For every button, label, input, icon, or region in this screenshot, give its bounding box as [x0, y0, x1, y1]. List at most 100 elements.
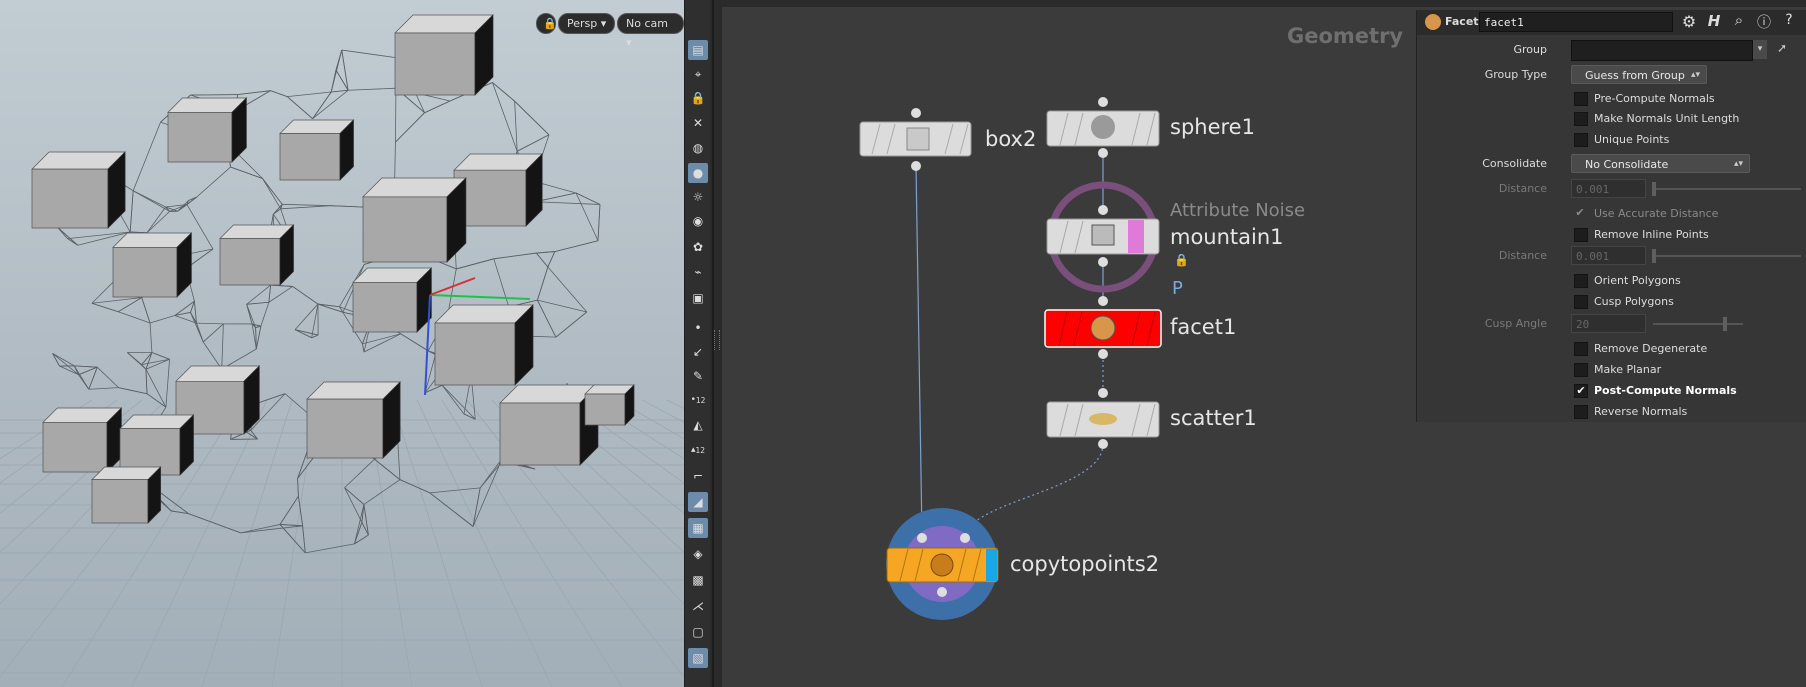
- group-dropdown-button[interactable]: ▾: [1753, 40, 1767, 59]
- unique-points-checkbox[interactable]: [1574, 133, 1588, 147]
- remove-degenerate-checkbox[interactable]: [1574, 342, 1588, 356]
- post-compute-normals-checkbox[interactable]: ✔: [1574, 384, 1588, 398]
- point-icon[interactable]: •: [688, 318, 708, 338]
- node-facet1[interactable]: [1044, 296, 1162, 359]
- wireframe-edge: [399, 479, 431, 494]
- scene-render: [0, 14, 684, 687]
- distance2-field[interactable]: 0.001: [1571, 246, 1646, 265]
- point-light-icon[interactable]: ◉: [688, 211, 708, 231]
- layers-icon[interactable]: ◈: [688, 544, 708, 564]
- consolidate-menu[interactable]: No Consolidate ▴▾: [1571, 154, 1750, 173]
- distance-slider-handle[interactable]: [1652, 182, 1656, 196]
- wireframe-edge: [547, 251, 556, 268]
- checker-icon[interactable]: ▦: [688, 518, 708, 538]
- cusp-angle-slider[interactable]: [1653, 323, 1743, 325]
- help-icon[interactable]: ?: [1779, 12, 1799, 32]
- perspective-menu[interactable]: Persp ▾: [558, 13, 616, 34]
- viewport-layout-icon[interactable]: ▤: [688, 40, 708, 60]
- shading-icon[interactable]: ◢: [688, 492, 708, 512]
- frame-icon[interactable]: ▩: [688, 570, 708, 590]
- wireframe-edge: [270, 90, 288, 97]
- info-icon[interactable]: ⓘ: [1754, 12, 1774, 32]
- headlight-icon[interactable]: ☼: [688, 187, 708, 207]
- wireframe-edge: [67, 231, 131, 239]
- wireframe-edge: [151, 352, 170, 360]
- distance-slider[interactable]: [1653, 188, 1801, 190]
- pre-compute-normals-checkbox[interactable]: [1574, 92, 1588, 106]
- lock-icon[interactable]: 🔒: [688, 88, 708, 108]
- make-planar-row: Make Planar: [1417, 360, 1806, 380]
- wireframe-edge: [597, 204, 601, 241]
- light-icon[interactable]: ●: [688, 163, 708, 183]
- wireframe-edge: [129, 190, 134, 233]
- wireframe-edge: [287, 91, 332, 97]
- wireframe-edge: [456, 258, 494, 270]
- point-number-icon[interactable]: • 12: [688, 390, 708, 410]
- wireframe-edge: [127, 352, 147, 370]
- use-accurate-distance-row: ✔ Use Accurate Distance: [1417, 204, 1806, 224]
- post-compute-normals-row: ✔ Post-Compute Normals: [1417, 381, 1806, 401]
- probe-icon[interactable]: ✎: [688, 366, 708, 386]
- camera-icon[interactable]: ⌁: [688, 262, 708, 282]
- wireframe-edge: [145, 369, 167, 408]
- node-mountain1[interactable]: [1046, 205, 1160, 267]
- vector-icon[interactable]: ↙: [688, 342, 708, 362]
- wireframe-edge: [537, 266, 549, 301]
- node-box2[interactable]: [859, 108, 972, 171]
- cube-front-face: [352, 282, 418, 333]
- wireframe-edge: [141, 297, 151, 324]
- orient-polygons-checkbox[interactable]: [1574, 274, 1588, 288]
- view-lock-button[interactable]: 🔒: [536, 13, 557, 34]
- distance2-slider[interactable]: [1653, 255, 1801, 257]
- camera-menu[interactable]: No cam ▾: [617, 13, 684, 49]
- wireframe-edge: [146, 206, 166, 234]
- wireframe-edge: [330, 205, 363, 208]
- distance2-slider-handle[interactable]: [1652, 249, 1656, 263]
- wireframe-icon[interactable]: ◍: [688, 138, 708, 158]
- make-normals-unit-checkbox[interactable]: [1574, 112, 1588, 126]
- make-planar-checkbox[interactable]: [1574, 363, 1588, 377]
- group-select-arrow-icon[interactable]: ➚: [1777, 41, 1787, 55]
- wireframe-edge: [441, 384, 476, 420]
- wireframe-edge: [363, 479, 401, 505]
- cusp-angle-slider-handle[interactable]: [1723, 317, 1727, 331]
- cusp-polygons-checkbox[interactable]: [1574, 295, 1588, 309]
- ground-grid-line: [591, 399, 684, 460]
- wireframe-edge: [145, 369, 148, 394]
- remove-inline-points-checkbox[interactable]: [1574, 228, 1588, 242]
- stage-icon[interactable]: ▢: [688, 622, 708, 642]
- scene-viewport[interactable]: 🔒 Persp ▾ No cam ▾: [0, 0, 684, 687]
- object-icon[interactable]: ▣: [688, 288, 708, 308]
- gear-icon[interactable]: ⚙: [1679, 12, 1699, 32]
- search-icon[interactable]: ⌕: [1729, 11, 1749, 31]
- wireframe-edge: [221, 323, 224, 370]
- node-label-sphere1: sphere1: [1170, 115, 1255, 139]
- node-name-field[interactable]: facet1: [1479, 12, 1673, 32]
- primitive-number-icon[interactable]: ▴ 12: [688, 440, 708, 460]
- ruler-icon[interactable]: ⌐: [688, 466, 708, 486]
- wireframe-edge: [514, 101, 518, 152]
- wireframe-edge: [202, 341, 223, 370]
- snap-icon[interactable]: ⌖: [688, 64, 708, 84]
- group-type-menu[interactable]: Guess from Group ▴▾: [1571, 65, 1707, 84]
- texture-icon[interactable]: ◭: [688, 415, 708, 435]
- node-sphere1[interactable]: [1046, 97, 1160, 158]
- wireframe-edge: [535, 252, 549, 268]
- wireframe-edge: [294, 329, 319, 336]
- pane-splitter[interactable]: [710, 0, 722, 687]
- group-input[interactable]: [1571, 40, 1753, 61]
- houdini-help-icon[interactable]: H: [1704, 12, 1724, 32]
- post-compute-normals-label: Post-Compute Normals: [1594, 384, 1737, 397]
- node-scatter1[interactable]: [1046, 388, 1160, 449]
- cusp-angle-field[interactable]: 20: [1571, 314, 1646, 333]
- snapshot-icon[interactable]: ▧: [688, 648, 708, 668]
- ghost-icon[interactable]: ✕: [688, 113, 708, 133]
- display-options-icon[interactable]: ✿: [688, 237, 708, 257]
- wireframe-edge: [297, 454, 316, 479]
- distance-field[interactable]: 0.001: [1571, 179, 1646, 198]
- use-accurate-distance-checkbox[interactable]: ✔: [1574, 207, 1586, 219]
- wireframe-edge: [52, 353, 79, 376]
- reverse-normals-checkbox[interactable]: [1574, 405, 1588, 419]
- wireframe-edge: [260, 302, 270, 327]
- shape-icon[interactable]: ⋌: [688, 596, 708, 616]
